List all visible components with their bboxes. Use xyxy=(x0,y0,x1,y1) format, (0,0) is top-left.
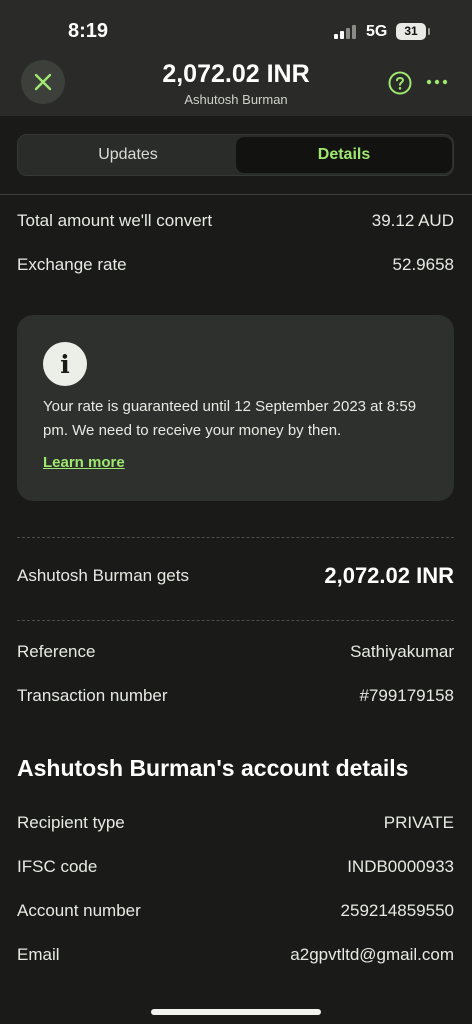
tab-details[interactable]: Details xyxy=(236,137,452,173)
divider xyxy=(17,537,454,538)
email-row: Email a2gpvtltd@gmail.com xyxy=(17,945,454,965)
account-number-label: Account number xyxy=(17,901,141,920)
exchange-rate-row: Exchange rate 52.9658 xyxy=(17,255,454,275)
email-value: a2gpvtltd@gmail.com xyxy=(290,945,454,964)
more-options-icon[interactable] xyxy=(426,75,448,89)
recipient-gets-row: Ashutosh Burman gets 2,072.02 INR xyxy=(17,563,454,589)
rate-guarantee-card: i Your rate is guaranteed until 12 Septe… xyxy=(17,315,454,501)
recipient-type-value: PRIVATE xyxy=(383,813,454,832)
total-convert-row: Total amount we'll convert 39.12 AUD xyxy=(17,211,454,231)
network-type: 5G xyxy=(366,23,388,40)
account-number-row: Account number 259214859550 xyxy=(17,901,454,921)
total-convert-label: Total amount we'll convert xyxy=(17,211,213,230)
recipient-gets-label: Ashutosh Burman gets xyxy=(17,566,189,585)
learn-more-link[interactable]: Learn more xyxy=(43,454,125,471)
home-indicator[interactable] xyxy=(151,1009,321,1015)
total-convert-value: 39.12 AUD xyxy=(371,211,454,230)
recipient-gets-value: 2,072.02 INR xyxy=(324,563,454,588)
reference-row: Reference Sathiyakumar xyxy=(17,642,454,662)
segmented-tabs: Updates Details xyxy=(17,134,454,176)
exchange-rate-value: 52.9658 xyxy=(392,255,454,274)
cellular-signal-icon xyxy=(334,25,360,39)
account-number-value: 259214859550 xyxy=(340,901,454,920)
divider xyxy=(17,620,454,621)
recipient-type-label: Recipient type xyxy=(17,813,125,832)
status-time: 8:19 xyxy=(68,20,109,42)
account-details-title: Ashutosh Burman's account details xyxy=(17,755,409,781)
reference-value: Sathiyakumar xyxy=(350,642,454,661)
ifsc-code-row: IFSC code INDB0000933 xyxy=(17,857,454,877)
transaction-number-row: Transaction number #799179158 xyxy=(17,686,454,706)
ifsc-code-value: INDB0000933 xyxy=(347,857,454,876)
battery-level: 31 xyxy=(404,24,418,38)
ifsc-code-label: IFSC code xyxy=(17,857,98,876)
email-label: Email xyxy=(17,945,60,964)
status-bar: 8:19 5G 31 xyxy=(0,0,472,56)
reference-label: Reference xyxy=(17,642,96,661)
rate-guarantee-text: Your rate is guaranteed until 12 Septemb… xyxy=(43,398,417,439)
help-icon[interactable] xyxy=(388,71,412,95)
transaction-number-value: #799179158 xyxy=(359,686,454,705)
info-icon: i xyxy=(43,342,87,386)
tab-updates[interactable]: Updates xyxy=(20,137,236,173)
battery-icon: 31 xyxy=(396,23,430,40)
exchange-rate-label: Exchange rate xyxy=(17,255,127,274)
recipient-type-row: Recipient type PRIVATE xyxy=(17,813,454,833)
tab-bar-container: Updates Details xyxy=(0,116,472,195)
transfer-header: 2,072.02 INR Ashutosh Burman xyxy=(0,56,472,116)
transaction-number-label: Transaction number xyxy=(17,686,168,705)
